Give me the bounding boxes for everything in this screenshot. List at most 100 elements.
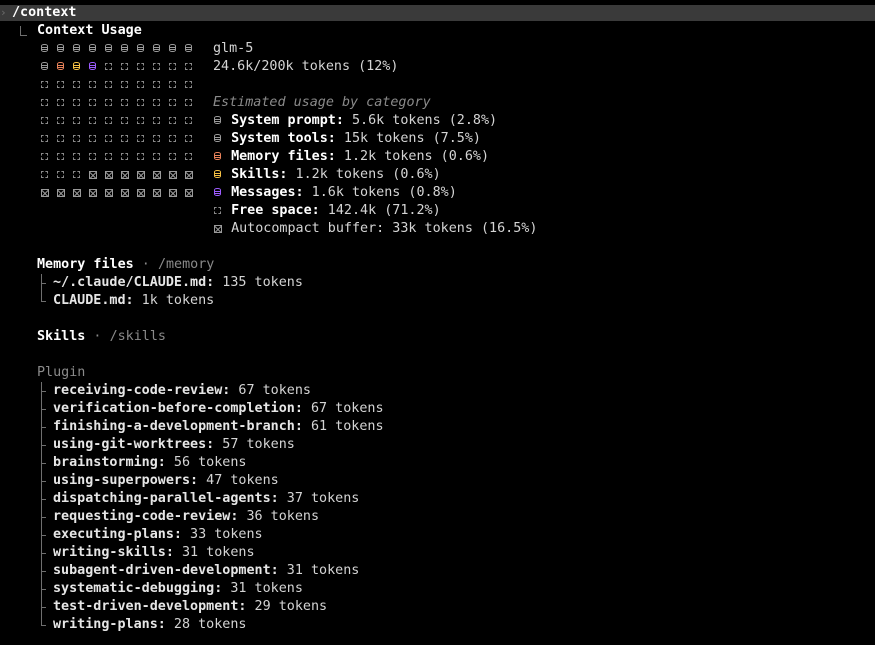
skill-tokens: 67 tokens [302,401,384,416]
free-space-icon [136,148,146,166]
grid-cell [101,94,117,112]
tree-branch-icon [37,292,53,310]
skill-row: using-superpowers: 47 tokens [37,472,279,490]
free-space-icon [168,112,178,130]
free-space-icon [152,112,162,130]
skill-name: writing-skills: [53,545,174,560]
grid-cell [37,112,53,130]
free-space-icon [72,112,82,130]
tree-branch-icon [37,400,53,418]
grid-cell [117,166,133,184]
buffer-icon [152,166,162,184]
free-space-icon [184,148,194,166]
category-value: 33k tokens (16.5%) [384,221,538,236]
grid-cell [85,166,101,184]
category-row: Skills: 1.2k tokens (0.6%) [213,166,441,184]
grid-cell [181,184,197,202]
tree-branch-icon [37,580,53,598]
skill-row: finishing-a-development-branch: 61 token… [37,418,384,436]
free-space-icon [184,76,194,94]
grid-cell [181,112,197,130]
grid-cell [149,130,165,148]
memory-file-name: ~/.claude/CLAUDE.md: [53,275,215,290]
grid-cell [85,94,101,112]
free-space-icon [152,58,162,76]
grid-cell [165,184,181,202]
prompt-chevron-icon: › [0,6,7,19]
free-space-icon [213,202,223,220]
grid-cell [37,184,53,202]
skill-tokens: 47 tokens [198,473,279,488]
tree-branch-icon [37,616,53,634]
buffer-icon [88,166,98,184]
buffer-icon [120,184,130,202]
memory-file-name: CLAUDE.md: [53,293,134,308]
category-value: 142.4k (71.2%) [319,203,441,218]
free-space-icon [152,76,162,94]
grid-cell [37,148,53,166]
memory-file-row: ~/.claude/CLAUDE.md: 135 tokens [37,274,303,292]
category-row: Memory files: 1.2k tokens (0.6%) [213,148,489,166]
free-space-icon [136,76,146,94]
grid-cell [101,166,117,184]
grid-cell [69,184,85,202]
category-label: System tools: [231,131,336,146]
free-space-icon [152,130,162,148]
tree-branch-icon [37,274,53,292]
system-usage-icon [104,40,114,58]
grid-cell [85,184,101,202]
skill-name: using-git-worktrees: [53,437,215,452]
grid-cell [149,58,165,76]
free-space-icon [152,148,162,166]
free-space-icon [120,58,130,76]
skill-tokens: 36 tokens [238,509,320,524]
skill-name: using-superpowers: [53,473,199,488]
grid-cell [133,184,149,202]
messages-usage-icon [213,184,223,202]
system-usage-icon [72,40,82,58]
grid-cell [149,184,165,202]
skill-row: using-git-worktrees: 57 tokens [37,436,295,454]
skills-command: /skills [109,329,166,344]
command-line: › /context [0,5,875,21]
skill-row: systematic-debugging: 31 tokens [37,580,303,598]
buffer-icon [184,184,194,202]
buffer-icon [136,166,146,184]
grid-cell [133,130,149,148]
grid-cell [69,166,85,184]
skill-name: test-driven-development: [53,599,247,614]
grid-cell [133,112,149,130]
memory-command: /memory [157,257,215,272]
grid-cell [37,166,53,184]
free-space-icon [152,94,162,112]
free-space-icon [120,76,130,94]
buffer-icon [120,166,130,184]
category-value: 1.6k tokens (0.8%) [303,185,457,200]
tree-branch-icon [37,562,53,580]
free-space-icon [168,148,178,166]
grid-cell [69,94,85,112]
free-space-icon [72,94,82,112]
context-usage-title: Context Usage [37,23,142,38]
tree-branch-icon [37,526,53,544]
grid-cell [101,58,117,76]
grid-cell [37,94,53,112]
system-usage-icon [40,58,50,76]
grid-cell [181,148,197,166]
grid-cell [85,130,101,148]
free-space-icon [72,166,82,184]
buffer-icon [88,184,98,202]
free-space-icon [184,112,194,130]
tree-branch-icon [37,418,53,436]
free-space-icon [72,76,82,94]
skill-row: receiving-code-review: 67 tokens [37,382,311,400]
command-text: /context [12,5,77,20]
system-usage-icon [120,40,130,58]
grid-cell [133,58,149,76]
grid-cell [133,40,149,58]
skill-name: dispatching-parallel-agents: [53,491,279,506]
grid-cell [165,76,181,94]
skill-tokens: 67 tokens [230,383,311,398]
system-usage-icon [40,40,50,58]
category-heading: Estimated usage by category [213,95,431,110]
